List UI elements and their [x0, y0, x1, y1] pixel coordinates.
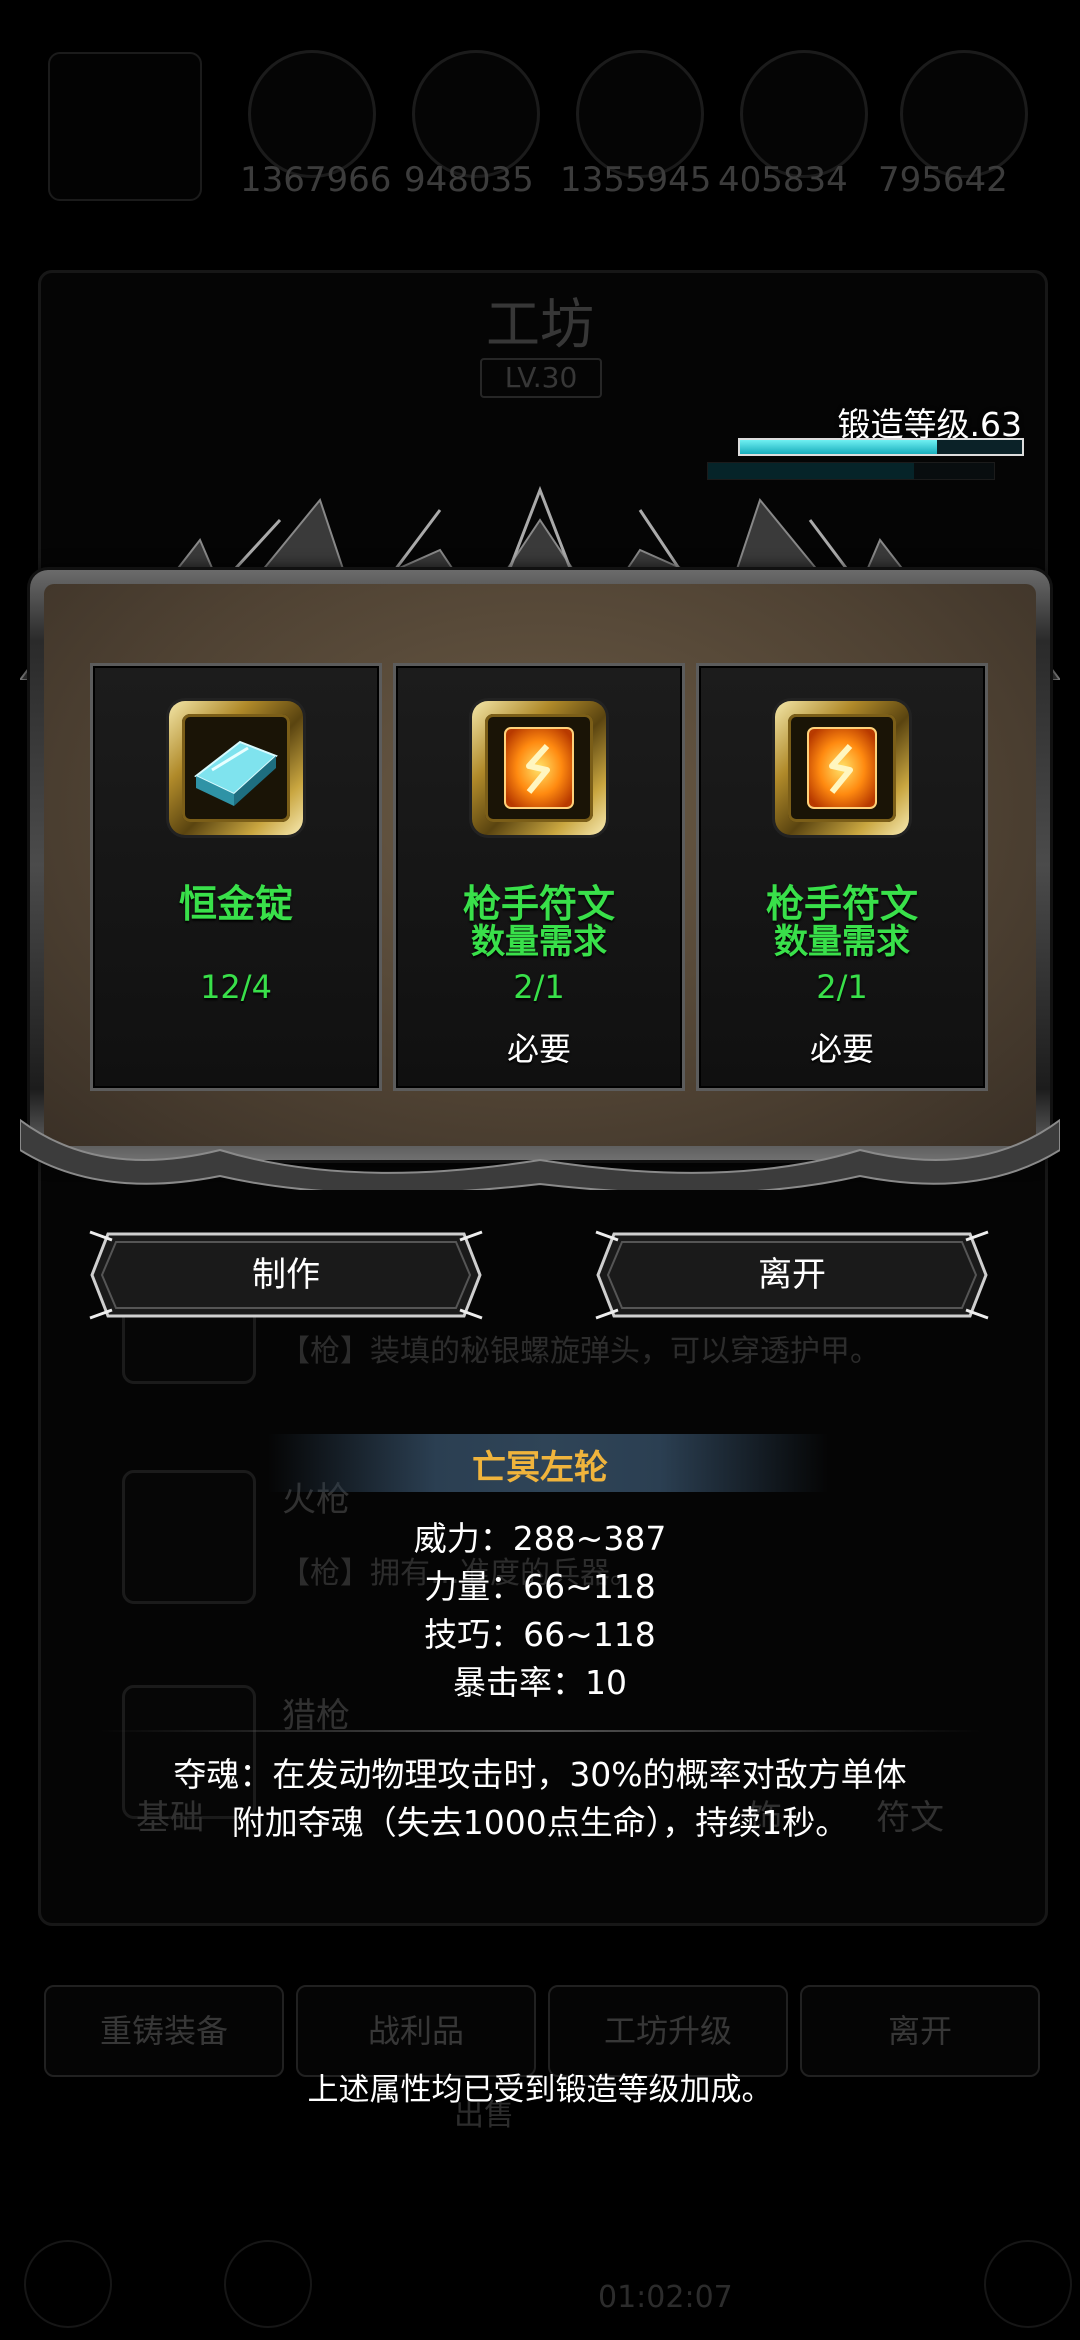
- forge-bonus-note: 上述属性均已受到锻造等级加成。: [307, 2072, 773, 2108]
- material-quantity: 12/4: [200, 968, 272, 1006]
- workshop-exp-bar: [707, 462, 995, 480]
- workshop-title: 工坊: [486, 293, 594, 356]
- material-quantity: 2/1: [513, 968, 565, 1006]
- bottom-slot: [24, 2240, 112, 2328]
- resource-icon: [576, 50, 704, 178]
- resource-count: 948035: [404, 160, 534, 200]
- material-name: 枪手符文: [462, 882, 615, 926]
- resource-count: 1355945: [560, 160, 712, 200]
- frame-bottom-ornament: [20, 1118, 1060, 1190]
- workshop-level: LV.30: [480, 358, 602, 398]
- ingot-icon: [194, 740, 278, 806]
- resource-icon: [740, 50, 868, 178]
- skill-description-line: 附加夺魂（失去1000点生命），持续1秒。: [231, 1803, 849, 1842]
- material-subtitle: 数量需求: [774, 922, 910, 962]
- material-card-ingot: 恒金锭 12/4: [90, 663, 382, 1091]
- stat-crit-rate: 暴击率：10: [453, 1663, 627, 1702]
- material-name: 恒金锭: [178, 882, 293, 926]
- stat-power: 威力：288~387: [413, 1519, 667, 1558]
- material-card-rune-2: 枪手符文 数量需求 2/1 必要: [696, 663, 988, 1091]
- item-name: 亡冥左轮: [472, 1448, 608, 1488]
- leave-button-label: 离开: [758, 1255, 826, 1295]
- rune-icon: [504, 727, 574, 809]
- material-icon-frame: [169, 701, 303, 835]
- forge-level-bar: [738, 438, 1024, 456]
- timer-text: 01:02:07: [598, 2280, 733, 2315]
- forge-level-fill: [740, 440, 938, 454]
- rune-icon: [807, 727, 877, 809]
- material-required: 必要: [506, 1030, 571, 1068]
- material-icon-frame: [775, 701, 909, 835]
- resource-count: 795642: [878, 160, 1008, 200]
- tooltip-divider: [100, 1730, 980, 1732]
- stat-strength: 力量：66~118: [424, 1567, 656, 1606]
- item-desc: 【枪】装填的秘银螺旋弹头，可以穿透护甲。: [280, 1334, 880, 1369]
- material-subtitle: 数量需求: [471, 922, 607, 962]
- resource-count: 405834: [718, 160, 848, 200]
- stat-skill: 技巧：66~118: [424, 1615, 656, 1654]
- skill-description-line: 夺魂：在发动物理攻击时，30%的概率对敌方单体: [173, 1755, 907, 1794]
- resource-icon: [248, 50, 376, 178]
- resource-count: 1367966: [240, 160, 392, 200]
- resource-icon: [900, 50, 1028, 178]
- material-required: 必要: [809, 1030, 874, 1068]
- leave-button[interactable]: 离开: [592, 1228, 992, 1322]
- hero-portrait-slot: [48, 52, 202, 201]
- craft-button[interactable]: 制作: [86, 1228, 486, 1322]
- material-icon-frame: [472, 701, 606, 835]
- craft-button-label: 制作: [252, 1255, 320, 1295]
- material-card-rune-1: 枪手符文 数量需求 2/1 必要: [393, 663, 685, 1091]
- material-quantity: 2/1: [816, 968, 868, 1006]
- bottom-slot: [224, 2240, 312, 2328]
- resource-icon: [412, 50, 540, 178]
- material-name: 枪手符文: [765, 882, 918, 926]
- bottom-slot: [984, 2240, 1072, 2328]
